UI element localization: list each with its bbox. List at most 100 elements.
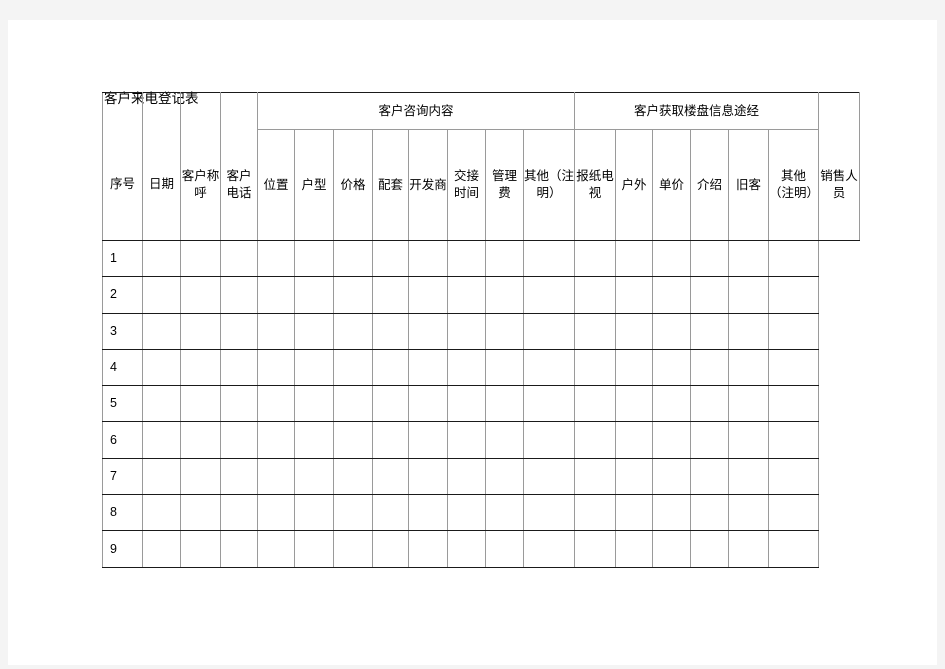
cell-customer-name[interactable] [180,421,221,459]
cell-salesperson[interactable] [768,312,820,350]
cell-handover-time[interactable] [447,348,486,387]
cell-handover-time[interactable] [447,276,486,314]
cell-handover-time[interactable] [447,421,486,459]
cell-management-fee[interactable] [485,276,524,314]
cell-date[interactable] [142,421,181,459]
cell-date[interactable] [142,457,181,496]
cell-facilities[interactable] [372,348,409,387]
cell-repeat-customer[interactable] [728,421,770,459]
cell-handover-time[interactable] [447,457,486,496]
cell-newspaper-tv[interactable] [574,457,617,496]
cell-price[interactable] [333,385,373,423]
cell-unit-price[interactable] [652,239,692,278]
cell-facilities[interactable] [372,457,409,496]
cell-facilities[interactable] [372,312,409,350]
cell-date[interactable] [142,239,181,278]
cell-developer[interactable] [408,494,448,532]
cell-management-fee[interactable] [485,312,524,350]
cell-repeat-customer[interactable] [728,348,770,387]
cell-management-fee[interactable] [485,457,524,496]
cell-newspaper-tv[interactable] [574,530,617,568]
cell-referral[interactable] [690,276,730,314]
cell-salesperson[interactable] [768,457,820,496]
cell-seq[interactable]: 6 [102,421,143,459]
cell-facilities[interactable] [372,239,409,278]
cell-inquiry-other[interactable] [522,239,576,278]
cell-outdoor[interactable] [615,385,654,423]
cell-facilities[interactable] [372,494,409,532]
cell-unit-price[interactable] [652,421,692,459]
cell-customer-name[interactable] [180,457,221,496]
cell-customer-name[interactable] [180,348,221,387]
cell-handover-time[interactable] [447,385,486,423]
cell-newspaper-tv[interactable] [574,385,617,423]
cell-repeat-customer[interactable] [728,494,770,532]
cell-customer-name[interactable] [180,494,221,532]
cell-management-fee[interactable] [485,421,524,459]
cell-customer-name[interactable] [180,312,221,350]
cell-price[interactable] [333,239,373,278]
cell-price[interactable] [333,348,373,387]
cell-seq[interactable]: 7 [102,457,143,496]
cell-unit-type[interactable] [294,348,334,387]
cell-referral[interactable] [690,457,730,496]
cell-customer-phone[interactable] [220,457,258,496]
cell-unit-type[interactable] [294,276,334,314]
cell-facilities[interactable] [372,421,409,459]
cell-unit-type[interactable] [294,457,334,496]
cell-repeat-customer[interactable] [728,530,770,568]
cell-customer-phone[interactable] [220,276,258,314]
cell-management-fee[interactable] [485,530,524,568]
cell-inquiry-other[interactable] [522,348,576,387]
cell-location[interactable] [257,457,295,496]
cell-outdoor[interactable] [615,276,654,314]
cell-date[interactable] [142,276,181,314]
cell-location[interactable] [257,530,295,568]
cell-referral[interactable] [690,385,730,423]
cell-location[interactable] [257,239,295,278]
cell-salesperson[interactable] [768,421,820,459]
cell-location[interactable] [257,385,295,423]
cell-unit-price[interactable] [652,385,692,423]
cell-handover-time[interactable] [447,239,486,278]
cell-outdoor[interactable] [615,312,654,350]
cell-customer-phone[interactable] [220,348,258,387]
cell-date[interactable] [142,494,181,532]
cell-newspaper-tv[interactable] [574,421,617,459]
cell-unit-type[interactable] [294,530,334,568]
cell-seq[interactable]: 9 [102,530,143,568]
cell-salesperson[interactable] [768,530,820,568]
cell-handover-time[interactable] [447,530,486,568]
cell-referral[interactable] [690,239,730,278]
cell-salesperson[interactable] [768,385,820,423]
cell-unit-price[interactable] [652,494,692,532]
cell-seq[interactable]: 8 [102,494,143,532]
cell-referral[interactable] [690,312,730,350]
cell-repeat-customer[interactable] [728,239,770,278]
cell-price[interactable] [333,530,373,568]
cell-outdoor[interactable] [615,494,654,532]
cell-newspaper-tv[interactable] [574,494,617,532]
cell-customer-name[interactable] [180,239,221,278]
cell-customer-name[interactable] [180,276,221,314]
cell-price[interactable] [333,276,373,314]
cell-customer-name[interactable] [180,530,221,568]
cell-repeat-customer[interactable] [728,312,770,350]
cell-location[interactable] [257,494,295,532]
cell-salesperson[interactable] [768,239,820,278]
cell-date[interactable] [142,385,181,423]
cell-price[interactable] [333,457,373,496]
cell-inquiry-other[interactable] [522,312,576,350]
cell-customer-phone[interactable] [220,494,258,532]
cell-seq[interactable]: 3 [102,312,143,350]
cell-unit-type[interactable] [294,385,334,423]
cell-facilities[interactable] [372,276,409,314]
cell-outdoor[interactable] [615,239,654,278]
cell-management-fee[interactable] [485,494,524,532]
cell-location[interactable] [257,312,295,350]
cell-management-fee[interactable] [485,348,524,387]
cell-unit-price[interactable] [652,530,692,568]
cell-repeat-customer[interactable] [728,457,770,496]
cell-developer[interactable] [408,421,448,459]
cell-location[interactable] [257,421,295,459]
